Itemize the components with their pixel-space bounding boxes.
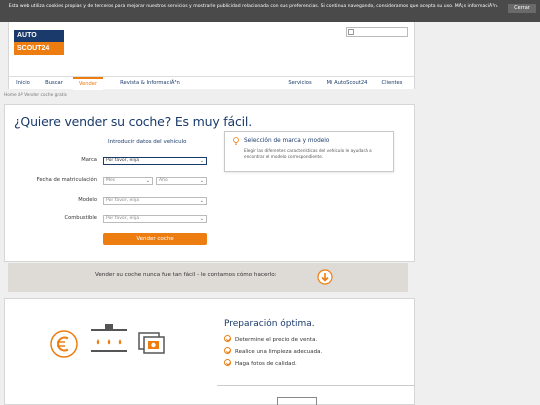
check-circle-icon: [224, 335, 231, 342]
prep-item-text: Realice una limpieza adecuada.: [235, 349, 323, 355]
help-tooltip: Selección de marca y modelo Elegir las d…: [224, 131, 394, 172]
prep-item: Realice una limpieza adecuada.: [224, 347, 323, 355]
broken-image-icon: [348, 29, 354, 35]
cookie-close-button[interactable]: Cerrar: [508, 4, 536, 13]
section-divider: [217, 385, 415, 386]
chevron-down-icon: ⌄: [199, 178, 204, 184]
modelo-label: Modelo: [78, 197, 97, 203]
nav-item-buscar[interactable]: Buscar: [39, 77, 69, 90]
prep-item: Haga fotos de calidad.: [224, 359, 297, 367]
page-title: ¿Quiere vender su coche? Es muy fácil.: [14, 114, 252, 129]
preparation-title: Preparación óptima.: [224, 319, 315, 329]
next-section-icon: [277, 397, 317, 405]
combustible-select[interactable]: Por favor, elija ⌄: [103, 215, 207, 223]
cookie-text: Esta web utiliza cookies propias y de te…: [8, 4, 499, 9]
modelo-select[interactable]: Por favor, elija ⌄: [103, 197, 207, 205]
site-header: AUTO SCOUT24 Inicio Buscar Vender Revist…: [8, 22, 415, 90]
breadcrumb[interactable]: Home âº Vender coche gratis: [4, 93, 67, 98]
nav-item-mi-autoscout24[interactable]: Mi AutoScout24: [321, 77, 373, 90]
main-nav: Inicio Buscar Vender Revista & Informaci…: [9, 76, 414, 90]
camera-photo-icon: [138, 332, 165, 354]
check-circle-icon: [224, 347, 231, 354]
form-subtitle: Introducir datos del vehículo: [108, 139, 187, 145]
autoscout24-logo[interactable]: AUTO SCOUT24: [14, 30, 64, 56]
ano-select[interactable]: Año ⌄: [156, 177, 207, 185]
sell-car-form-card: ¿Quiere vender su coche? Es muy fácil. I…: [4, 104, 415, 262]
marca-label: Marca: [81, 157, 97, 163]
mes-value: Mes: [106, 178, 116, 183]
fecha-label: Fecha de matriculación: [36, 177, 97, 183]
combustible-label: Combustible: [64, 215, 97, 221]
cookie-bar: Esta web utiliza cookies propias y de te…: [0, 0, 540, 22]
prep-item: Determine el precio de venta.: [224, 335, 318, 343]
chevron-down-icon: ⌄: [199, 198, 204, 204]
header-banner-image: [346, 27, 408, 37]
nav-item-revista[interactable]: Revista & InformaciÃ³n: [109, 77, 191, 90]
mes-select[interactable]: Mes ⌄: [103, 177, 153, 185]
logo-line-1: AUTO: [14, 30, 64, 42]
nav-item-clientes[interactable]: Clientes: [377, 77, 407, 90]
car-wash-icon: [91, 324, 127, 352]
tooltip-body: Elegir las diferentes características de…: [244, 148, 372, 159]
marca-value: Por favor, elija: [106, 158, 140, 163]
how-to-text: Vender su coche nunca fue tan fácil - le…: [95, 272, 277, 278]
arrow-down-circle-icon[interactable]: [317, 269, 333, 285]
euro-icon: [50, 330, 78, 358]
nav-item-vender[interactable]: Vender: [73, 77, 103, 90]
chevron-down-icon: ⌄: [199, 158, 204, 164]
lightbulb-icon: [233, 137, 239, 145]
nav-item-servicios[interactable]: Servicios: [283, 77, 317, 90]
chevron-down-icon: ⌄: [145, 178, 150, 184]
prep-item-text: Haga fotos de calidad.: [235, 361, 297, 367]
preparation-card: Preparación óptima. Determine el precio …: [4, 298, 415, 405]
tooltip-title: Selección de marca y modelo: [244, 138, 330, 144]
ano-value: Año: [159, 178, 168, 183]
combustible-value: Por favor, elija: [106, 216, 140, 221]
sell-car-button[interactable]: Vender coche: [103, 233, 207, 245]
nav-item-inicio[interactable]: Inicio: [11, 77, 35, 90]
logo-line-2: SCOUT24: [14, 42, 64, 55]
how-to-band: Vender su coche nunca fue tan fácil - le…: [8, 263, 408, 292]
marca-select[interactable]: Por favor, elija ⌄: [103, 157, 207, 165]
chevron-down-icon: ⌄: [199, 216, 204, 222]
check-circle-icon: [224, 359, 231, 366]
prep-item-text: Determine el precio de venta.: [235, 337, 318, 343]
modelo-value: Por favor, elija: [106, 198, 140, 203]
